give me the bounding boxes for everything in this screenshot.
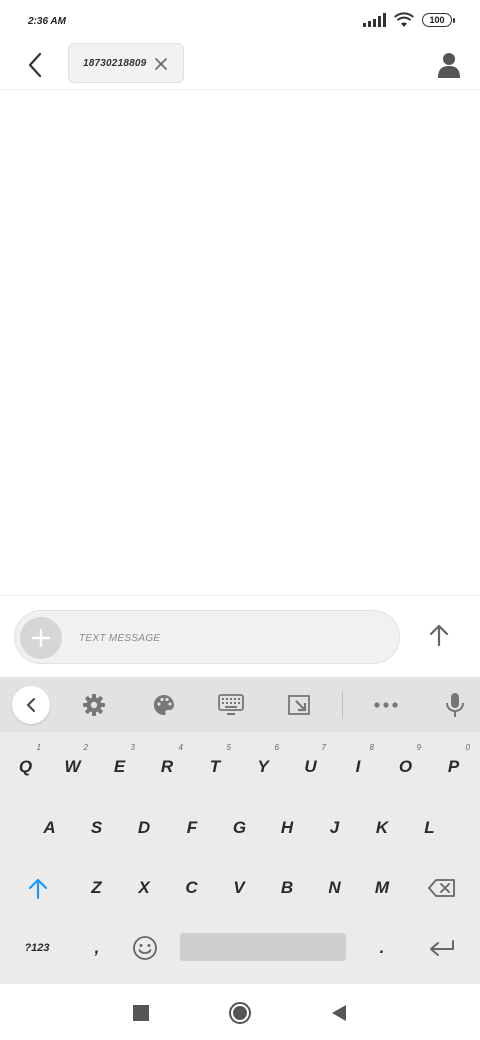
recipient-number: 18730218809 xyxy=(83,57,147,69)
key-v[interactable]: V xyxy=(215,859,263,917)
back-icon xyxy=(332,1005,346,1021)
home-button[interactable] xyxy=(225,998,255,1028)
key-y[interactable]: Y6 xyxy=(239,738,287,796)
key-h[interactable]: H xyxy=(263,799,311,857)
key-q[interactable]: Q1 xyxy=(2,738,49,796)
back-arrow-icon xyxy=(28,52,42,78)
toolbar-divider xyxy=(342,691,343,719)
keyboard-toolbar xyxy=(0,677,480,732)
key-row-1: Q1 W2 E3 R4 T5 Y6 U7 I8 O9 P0 xyxy=(0,738,480,796)
key-d[interactable]: D xyxy=(120,799,168,857)
key-o[interactable]: O9 xyxy=(382,738,429,796)
symbols-key[interactable]: ?123 xyxy=(8,919,66,977)
key-c[interactable]: C xyxy=(168,859,215,917)
key-p[interactable]: P0 xyxy=(429,738,478,796)
settings-button[interactable] xyxy=(75,686,113,724)
key-m[interactable]: M xyxy=(358,859,406,917)
recipient-chip[interactable]: 18730218809 xyxy=(68,43,184,83)
back-button[interactable] xyxy=(18,48,52,82)
recent-apps-icon xyxy=(133,1005,149,1021)
compose-field xyxy=(14,610,400,664)
key-f[interactable]: F xyxy=(168,799,216,857)
key-b[interactable]: B xyxy=(263,859,311,917)
space-bar[interactable] xyxy=(180,933,346,961)
shift-arrow-icon xyxy=(28,878,48,899)
signal-icon xyxy=(363,13,386,27)
key-e[interactable]: E3 xyxy=(96,738,143,796)
key-row-3: Z X C V B N M xyxy=(0,859,480,917)
more-icon xyxy=(374,702,398,708)
conversation-header: 18730218809 xyxy=(0,42,480,90)
theme-button[interactable] xyxy=(145,686,183,724)
shift-key[interactable] xyxy=(8,859,68,917)
key-row-2: A S D F G H J K L xyxy=(0,799,480,857)
keyboard: Q1 W2 E3 R4 T5 Y6 U7 I8 O9 P0 A S D F G … xyxy=(0,677,480,983)
key-u[interactable]: U7 xyxy=(287,738,334,796)
key-k[interactable]: K xyxy=(358,799,406,857)
backspace-icon xyxy=(428,879,455,897)
key-l[interactable]: L xyxy=(406,799,453,857)
key-w[interactable]: W2 xyxy=(49,738,96,796)
contact-icon xyxy=(438,53,460,78)
key-j[interactable]: J xyxy=(311,799,358,857)
key-s[interactable]: S xyxy=(73,799,120,857)
compose-bar xyxy=(0,595,480,677)
emoji-key[interactable] xyxy=(122,919,168,977)
key-a[interactable]: A xyxy=(26,799,73,857)
palette-icon xyxy=(154,695,174,715)
send-arrow-icon xyxy=(429,624,449,647)
enter-key[interactable] xyxy=(414,919,470,977)
key-r[interactable]: R4 xyxy=(143,738,191,796)
backspace-key[interactable] xyxy=(414,859,470,917)
key-n[interactable]: N xyxy=(311,859,358,917)
key-row-4: ?123 , . xyxy=(0,919,480,977)
nav-back-button[interactable] xyxy=(324,998,354,1028)
key-g[interactable]: G xyxy=(216,799,263,857)
send-button[interactable] xyxy=(422,618,456,652)
wifi-icon xyxy=(394,12,414,27)
attach-button[interactable] xyxy=(20,617,62,659)
keyboard-icon xyxy=(218,694,244,715)
microphone-icon xyxy=(446,693,464,717)
battery-icon: 100 xyxy=(422,13,455,27)
gear-icon xyxy=(83,694,105,716)
navigation-bar xyxy=(0,983,480,1040)
recent-apps-button[interactable] xyxy=(126,998,156,1028)
message-input[interactable] xyxy=(79,627,379,649)
voice-input-button[interactable] xyxy=(436,686,474,724)
comma-key[interactable]: , xyxy=(74,919,120,977)
home-icon xyxy=(229,1002,251,1024)
emoji-icon xyxy=(133,936,157,960)
contact-button[interactable] xyxy=(432,48,466,82)
key-i[interactable]: I8 xyxy=(334,738,382,796)
status-time: 2:36 AM xyxy=(28,16,66,27)
key-z[interactable]: Z xyxy=(73,859,120,917)
key-t[interactable]: T5 xyxy=(191,738,239,796)
plus-icon xyxy=(31,628,51,648)
enter-icon xyxy=(430,940,454,956)
keyboard-mode-button[interactable] xyxy=(212,686,250,724)
conversation-area xyxy=(0,91,480,595)
status-icons: 100 xyxy=(363,12,455,28)
more-options-button[interactable] xyxy=(367,686,405,724)
resize-icon xyxy=(288,695,310,715)
period-key[interactable]: . xyxy=(358,919,406,977)
key-x[interactable]: X xyxy=(120,859,168,917)
status-bar: 2:36 AM 100 xyxy=(0,0,480,42)
chevron-left-icon xyxy=(27,698,35,712)
collapse-toolbar-button[interactable] xyxy=(12,686,50,724)
close-icon[interactable] xyxy=(153,56,169,72)
resize-button[interactable] xyxy=(280,686,318,724)
